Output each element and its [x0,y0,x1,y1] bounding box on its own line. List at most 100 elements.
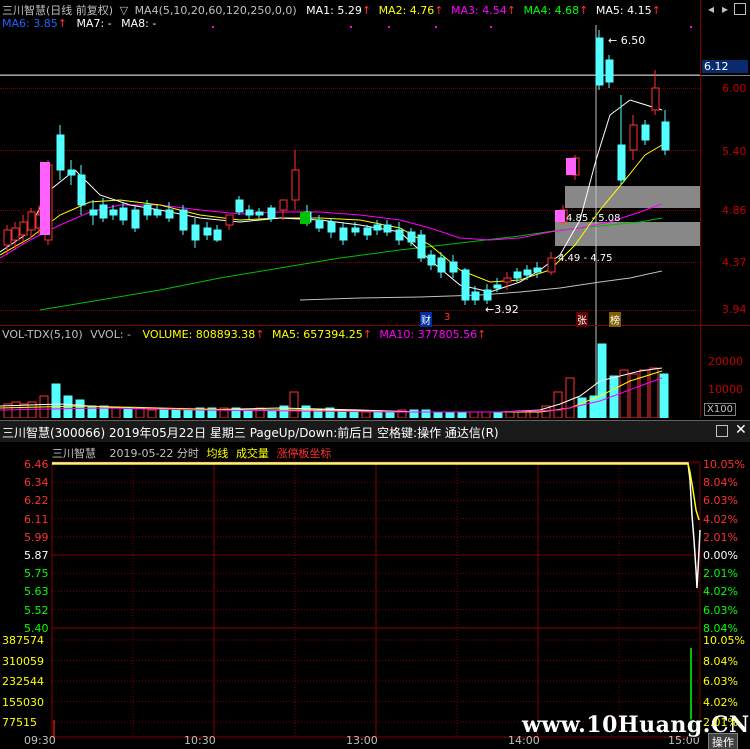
candle-body [461,269,470,301]
volume-bar [659,373,669,418]
candle-body [153,209,162,216]
vol-axis-1: 20000 [708,355,743,368]
volume-bar [111,407,121,418]
highlighted-candle [300,212,310,224]
candle-body [339,227,348,241]
candle-body [327,221,336,233]
candle-body [449,261,458,273]
volume-bar [421,409,431,418]
volume-bar [577,397,587,418]
price-axis-2: 5.40 [722,145,747,158]
candlestick-chart[interactable]: ← 6.50 ←3.92 4.85 - 5.08 4.49 - 4.75 [0,0,700,325]
candle-body [417,234,426,259]
candle-body [191,224,200,241]
candle-body [67,169,76,176]
candle-body [383,224,392,233]
right-volume-label: 2.01% [703,716,738,729]
candle-body [165,209,174,219]
volume-bar [445,411,455,418]
right-pct-label: 2.01% [703,567,738,581]
candle-body [89,209,98,216]
candle-body [471,291,480,301]
candle-body [99,204,108,219]
signal-dot [350,26,352,28]
volume-bar [493,411,503,418]
volume-bar [19,403,29,418]
candle-body [547,257,556,273]
volume-bar [135,407,145,418]
highlighted-candle [566,158,576,175]
left-volume-label: 387574 [2,634,44,647]
volume-bar [409,409,419,418]
candle-body [427,254,436,266]
volume-bar [529,411,539,418]
candle-body [235,199,244,213]
gear-icon[interactable]: ◂ [708,2,714,16]
candle-body [19,221,28,236]
candle-body [77,174,86,206]
signal-dot [490,26,492,28]
volume-bar [123,407,133,418]
candle-body [267,207,276,219]
intraday-chart[interactable] [0,420,750,749]
vol-axis-2: 10000 [708,383,743,396]
volume-bar [457,411,467,418]
volume-bar [505,411,515,418]
volume-panel: VOL-TDX(5,10) VVOL: - VOLUME: 808893.38↑… [0,326,750,418]
candle-body [617,144,626,181]
candle-body [27,211,36,231]
volume-bar [171,409,181,418]
volume-chart[interactable] [0,326,700,418]
candle-body [651,87,660,111]
candle-body [395,229,404,241]
limit-up-badge[interactable]: 张 [576,312,588,327]
next-icon[interactable]: ▸ [722,2,728,16]
candle-body [437,257,446,273]
candle-body [641,124,650,141]
finance-badge[interactable]: 财 [420,312,432,327]
left-price-label: 5.75 [24,567,49,581]
candle-body [661,121,670,151]
right-pct-label: 6.03% [703,494,738,508]
operate-button[interactable]: 操作 [708,733,738,749]
candle-body [255,211,264,216]
price-axis-3: 4.86 [722,204,747,217]
vol-unit: X100 [704,403,736,416]
candle-body [279,199,288,211]
candle-body [363,227,372,236]
volume-bar [481,411,491,418]
shareholder-badge[interactable]: 3 [443,312,451,323]
candle-body [291,169,300,201]
candle-body [373,224,382,231]
left-price-label: 6.46 [24,458,49,471]
restore-icon[interactable] [734,3,746,15]
left-price-label: 6.34 [24,476,49,490]
candle-body [629,124,638,151]
volume-bar [649,367,659,418]
candle-body [245,209,254,216]
candle-body [483,289,492,301]
right-volume-label: 8.04% [703,654,738,668]
left-price-label: 5.99 [24,530,49,544]
volume-bar [619,369,629,418]
candle-body [351,227,360,233]
volume-bar [147,409,157,418]
candle-body [143,204,152,216]
vol-ma5-line [0,367,663,413]
candle-body [179,209,188,231]
candle-body [533,267,542,273]
dragon-tiger-badge[interactable]: 榜 [609,312,621,327]
right-volume-label: 4.02% [703,695,738,709]
left-price-label: 5.52 [24,603,49,617]
time-0930: 09:30 [24,734,56,747]
right-pct-label: 4.02% [703,512,738,526]
candle-body [315,219,324,229]
candle-body [119,207,128,221]
price-axis-1: 6.00 [722,82,747,95]
right-pct-label: 4.02% [703,585,738,599]
candle-body [203,227,212,236]
ma250-line [299,270,663,301]
kline-panel: 三川智慧(日线 前复权) ▽ MA4(5,10,20,60,120,250,0,… [0,0,750,327]
volume-bar [51,383,61,418]
current-price-tag: 6.12 [702,60,748,73]
